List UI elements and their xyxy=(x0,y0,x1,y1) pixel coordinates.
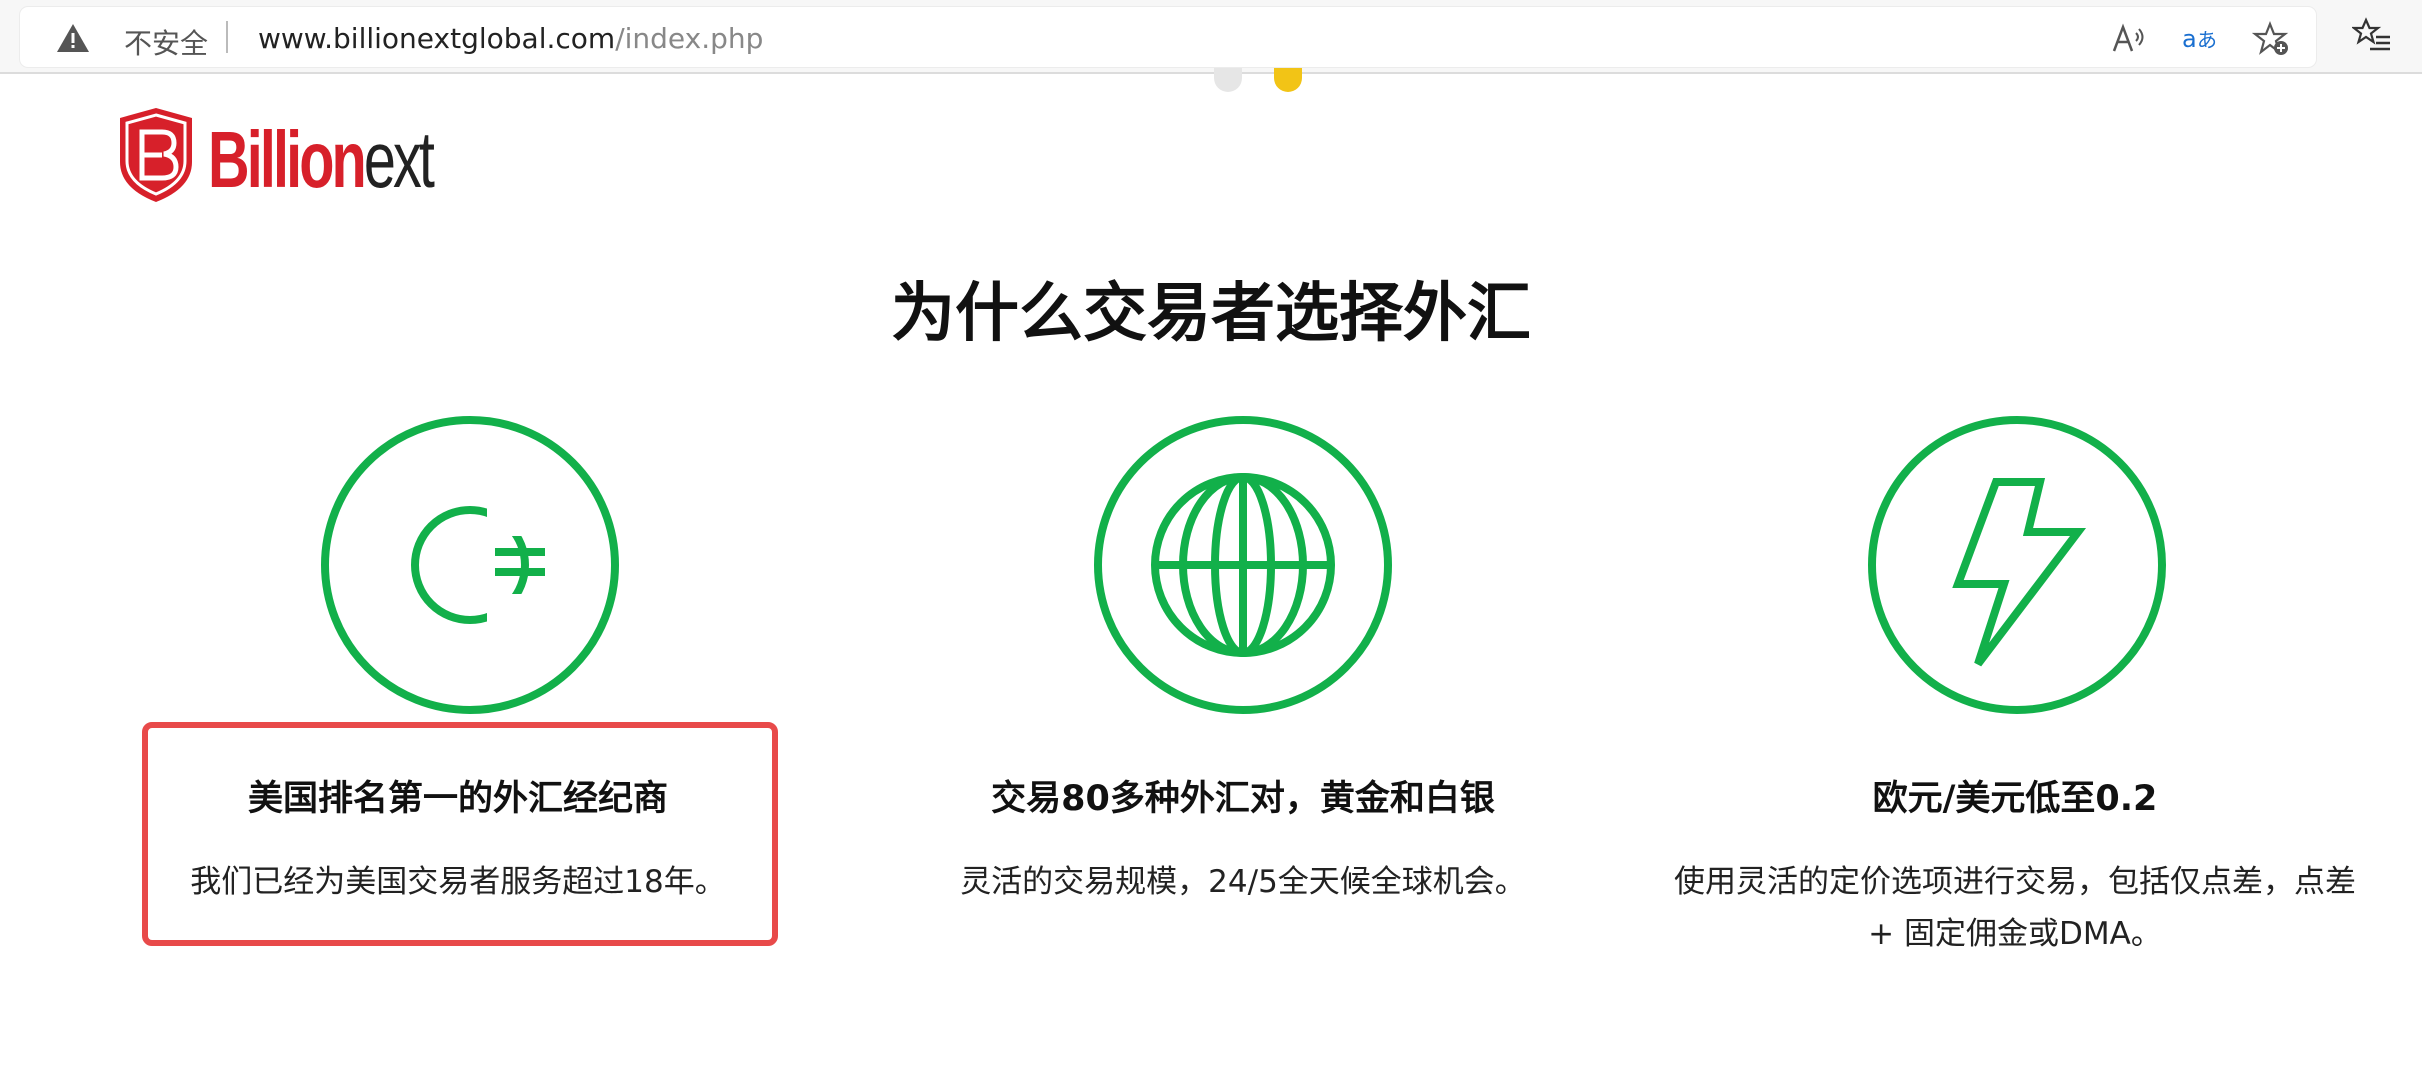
carousel-dot-1[interactable] xyxy=(1214,68,1242,92)
logo-wordmark: Billionext xyxy=(208,114,435,206)
feature-3-title: 欧元/美元低至0.2 xyxy=(1872,779,2158,819)
svg-text:a: a xyxy=(2182,25,2197,53)
svg-text:あ: あ xyxy=(2197,28,2217,52)
lightning-icon xyxy=(1868,416,2166,714)
logo-wordmark-part2: ext xyxy=(363,115,435,204)
address-bar[interactable]: 不安全 www.billionextglobal.com/index.php a… xyxy=(20,7,2316,67)
favorites-icon[interactable] xyxy=(2352,17,2392,53)
translate-icon[interactable]: a あ xyxy=(2180,21,2220,57)
security-label[interactable]: 不安全 xyxy=(124,22,208,62)
feature-2-title: 交易80多种外汇对，黄金和白银 xyxy=(991,779,1495,819)
carousel-dot-2-active[interactable] xyxy=(1274,68,1302,92)
read-aloud-icon[interactable] xyxy=(2110,21,2150,57)
feature-1-highlight-box xyxy=(142,722,778,946)
address-separator xyxy=(226,21,228,53)
feature-3-desc: 使用灵活的定价选项进行交易，包括仅点差，点差+ 固定佣金或DMA。 xyxy=(1674,864,2356,952)
shield-logo-icon xyxy=(120,108,192,202)
browser-toolbar: 不安全 www.billionextglobal.com/index.php a… xyxy=(0,0,2422,74)
logo-wordmark-part1: Billion xyxy=(208,115,367,204)
feature-2-desc: 灵活的交易规模，24/5全天候全球机会。 xyxy=(960,864,1526,900)
add-favorite-icon[interactable] xyxy=(2252,21,2292,57)
currency-icon xyxy=(321,416,619,714)
url-path: /index.php xyxy=(615,22,764,55)
section-title: 为什么交易者选择外汇 xyxy=(891,277,1531,351)
globe-icon xyxy=(1094,416,1392,714)
url-domain: www.billionextglobal.com xyxy=(258,22,616,55)
warning-icon[interactable] xyxy=(56,23,90,53)
url-text[interactable]: www.billionextglobal.com/index.php xyxy=(258,22,763,55)
